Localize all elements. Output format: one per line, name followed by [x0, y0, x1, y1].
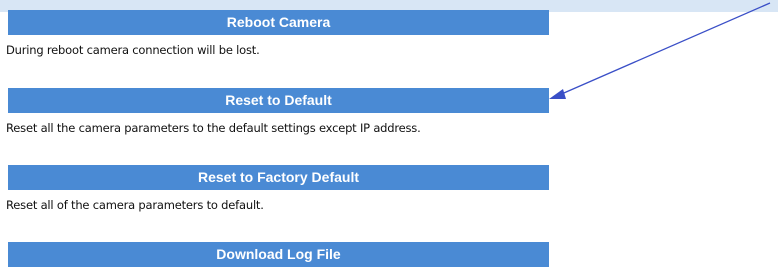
reset-to-default-description: Reset all the camera parameters to the d… [6, 121, 421, 135]
reset-to-factory-default-description: Reset all of the camera parameters to de… [6, 198, 264, 212]
pointer-arrow-icon [549, 2, 771, 99]
reboot-camera-button[interactable]: Reboot Camera [8, 10, 549, 35]
download-log-file-button[interactable]: Download Log File [8, 242, 549, 267]
reset-to-factory-default-button[interactable]: Reset to Factory Default [8, 165, 549, 190]
reboot-camera-description: During reboot camera connection will be … [6, 43, 260, 57]
reset-to-default-button[interactable]: Reset to Default [8, 88, 549, 113]
